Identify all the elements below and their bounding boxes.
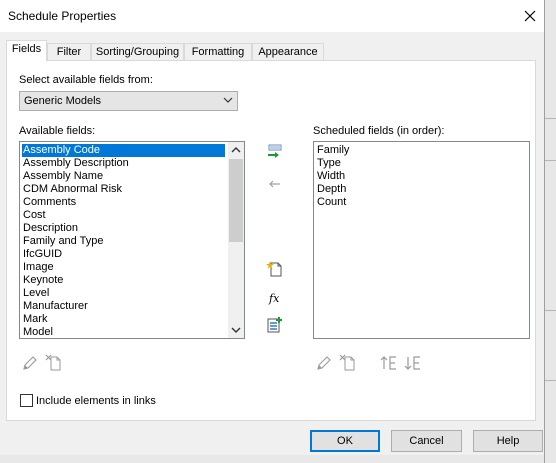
list-item[interactable]: Width [316,170,345,183]
schedule-properties-dialog: Schedule Properties Fields Filter Sortin… [0,0,545,463]
available-fields-list[interactable]: Assembly Code Assembly Description Assem… [19,141,245,339]
scheduled-fields-list[interactable]: Family Type Width Depth Count [313,141,530,339]
chevron-down-icon [223,97,233,103]
tab-filter[interactable]: Filter [47,43,91,60]
list-item[interactable]: Assembly Name [22,170,103,183]
function-fx-icon: fx [268,292,280,305]
edit-parameter-button[interactable] [21,354,39,372]
list-item[interactable]: Count [316,196,346,209]
scroll-thumb[interactable] [229,159,243,242]
combine-parameters-icon [267,317,282,333]
help-button[interactable]: Help [473,430,543,452]
background-window-strip [545,0,556,463]
list-item[interactable]: Family [316,144,349,157]
bottom-strip [0,455,544,463]
cancel-button[interactable]: Cancel [391,430,462,452]
available-fields-scrollbar[interactable] [228,142,244,338]
calculated-value-button[interactable]: fx [266,289,284,307]
pencil-icon [23,356,37,370]
tab-sorting-grouping[interactable]: Sorting/Grouping [91,43,184,60]
tab-fields[interactable]: Fields [6,40,47,61]
fx-symbol: fx [268,292,280,305]
move-up-button[interactable] [380,354,398,372]
move-up-icon [380,356,396,370]
tab-formatting[interactable]: Formatting [184,43,252,60]
remove-parameter-button[interactable] [266,175,284,193]
select-fields-from-label: Select available fields from: [19,74,153,86]
list-item[interactable]: Mark [22,313,47,326]
edit-scheduled-field-button[interactable] [315,354,333,372]
field-category-select[interactable]: Generic Models [19,91,238,111]
strip-mark [545,118,556,119]
available-fields-label: Available fields: [19,125,96,137]
new-parameter-icon [266,261,282,277]
scroll-down-button[interactable] [228,322,244,338]
list-item[interactable]: CDM Abnormal Risk [22,183,122,196]
include-links-label: Include elements in links [36,395,156,407]
list-item[interactable]: Assembly Description [22,157,129,170]
list-item[interactable]: Image [22,261,54,274]
scheduled-fields-label: Scheduled fields (in order): [313,125,445,137]
delete-parameter-icon [45,354,61,371]
ok-button[interactable]: OK [310,430,380,452]
list-item[interactable]: Type [316,157,341,170]
list-item[interactable]: Cost [22,209,46,222]
list-item[interactable]: Model [22,326,53,338]
delete-parameter-button[interactable] [45,354,63,372]
scroll-up-button[interactable] [228,142,244,158]
left-arrow-icon [269,180,280,188]
include-links-checkbox[interactable] [20,394,33,407]
title-bar[interactable]: Schedule Properties [0,0,544,32]
add-arrow-icon [268,144,282,158]
list-item[interactable]: Manufacturer [22,300,88,313]
strip-mark [545,160,556,161]
list-item[interactable]: Assembly Code [22,144,225,157]
add-parameter-button[interactable] [266,144,284,162]
pencil-icon [317,356,331,370]
delete-scheduled-field-button[interactable] [339,354,357,372]
list-item[interactable]: Description [22,222,78,235]
strip-mark [545,380,556,381]
chevron-up-icon [231,147,241,153]
close-button[interactable] [520,6,540,26]
strip-mark [545,310,556,311]
combine-parameters-button[interactable] [266,316,284,334]
chevron-down-icon [231,327,241,333]
list-item[interactable]: IfcGUID [22,248,62,261]
new-parameter-button[interactable] [266,260,284,278]
list-item[interactable]: Depth [316,183,346,196]
window-title: Schedule Properties [8,9,117,23]
list-item[interactable]: Level [22,287,49,300]
field-category-value: Generic Models [24,95,102,107]
close-icon [524,10,536,22]
delete-parameter-icon [339,354,355,371]
tab-appearance[interactable]: Appearance [252,43,324,60]
move-down-button[interactable] [404,354,422,372]
list-item[interactable]: Keynote [22,274,63,287]
list-item[interactable]: Comments [22,196,76,209]
move-down-icon [404,356,420,370]
list-item[interactable]: Family and Type [22,235,104,248]
